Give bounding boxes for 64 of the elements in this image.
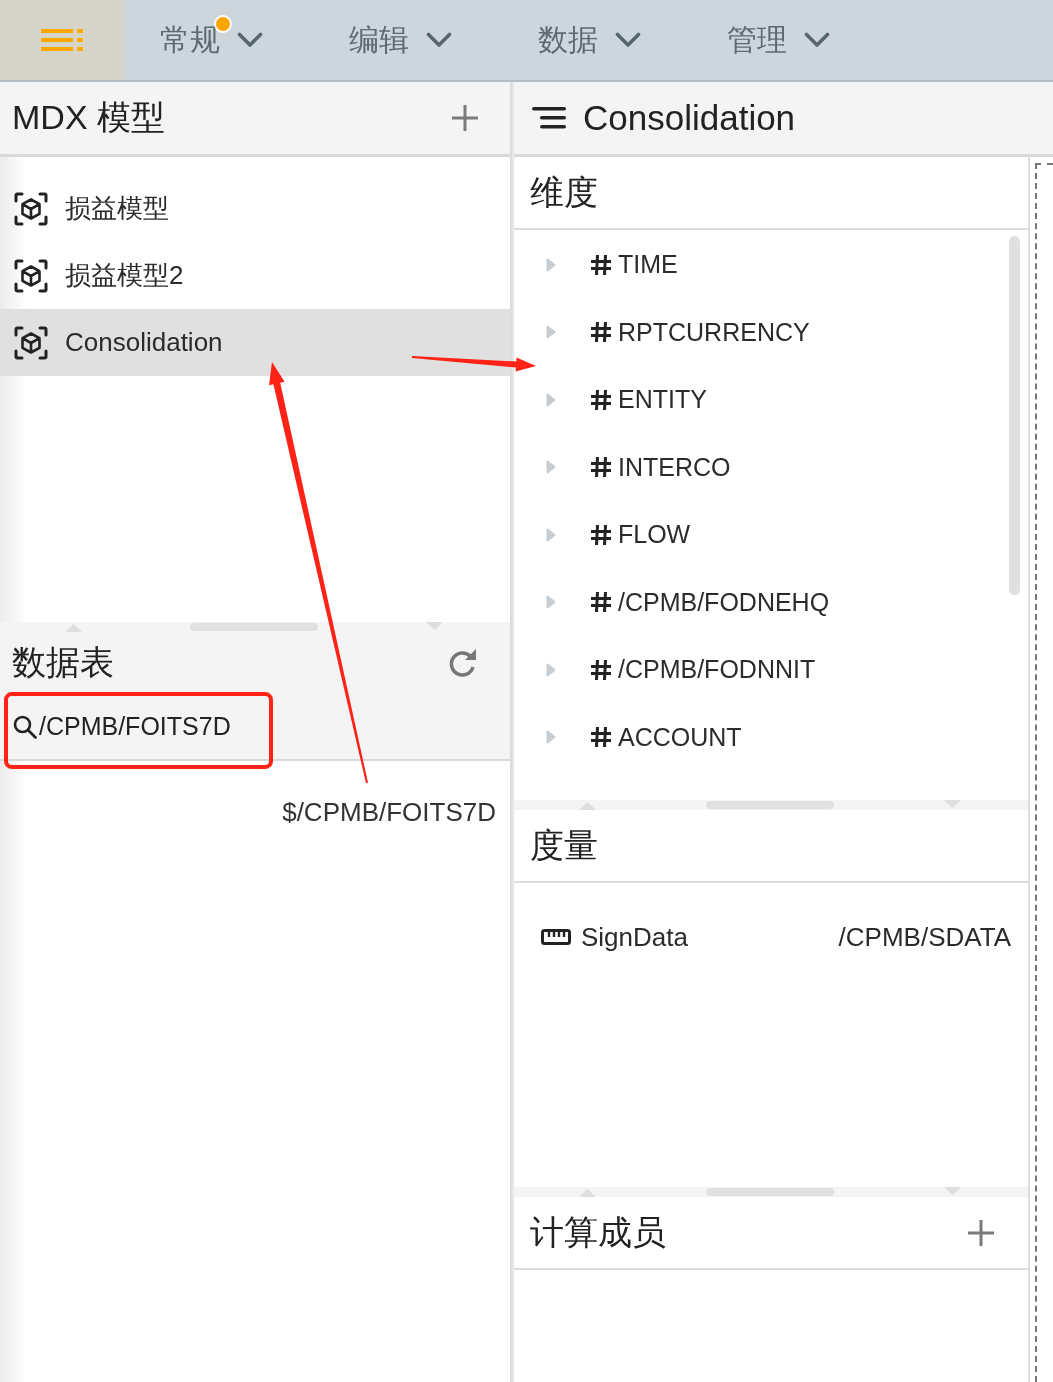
chevron-down-icon [804,32,830,48]
triangle-up-icon[interactable] [579,802,596,810]
section-title: 维度 [530,172,598,213]
model-item[interactable]: 损益模型2 [0,242,510,309]
caret-right-icon[interactable] [546,527,556,542]
hash-icon [590,658,612,681]
section-title: 度量 [530,825,598,866]
hash-icon [590,321,612,344]
triangle-down-icon[interactable] [944,1187,961,1195]
menu-item[interactable]: 常规 [160,12,263,68]
model-title: Consolidation [583,98,796,138]
hash-icon [590,456,612,479]
caret-right-icon[interactable] [546,595,556,610]
caret-right-icon[interactable] [546,325,556,340]
cube-icon [14,191,48,226]
splitter-handle[interactable] [190,623,318,631]
dimension-item[interactable]: INTERCO [590,452,731,482]
menu-item[interactable]: 管理 [727,12,830,68]
chevron-down-icon [615,32,641,48]
dimension-item[interactable]: RPTCURRENCY [590,317,810,347]
dimension-item[interactable]: /CPMB/FODNEHQ [590,587,830,617]
splitter-handle[interactable] [706,1188,834,1196]
dimension-item[interactable]: TIME [590,250,678,280]
plus-icon[interactable] [968,1219,994,1246]
hash-icon [590,523,612,546]
model-item[interactable]: Consolidation [0,309,510,376]
menu-item[interactable]: 编辑 [349,12,452,68]
search-icon [13,714,37,739]
dimension-item[interactable]: FLOW [590,520,691,550]
caret-right-icon[interactable] [546,460,556,475]
table-item[interactable]: $/CPMB/FOITS7D [282,797,496,827]
dimension-item[interactable]: ENTITY [590,385,707,415]
plus-icon[interactable] [452,105,478,131]
caret-right-icon[interactable] [546,392,556,407]
section-title: 计算成员 [530,1212,666,1253]
cube-icon [14,325,48,360]
cube-icon [14,258,48,293]
dimension-item[interactable]: ACCOUNT [590,722,742,752]
chevron-down-icon [237,32,263,48]
panel-title: MDX 模型 [12,97,165,138]
hash-icon [590,253,612,276]
splitter-handle[interactable] [706,801,834,809]
triangle-down-icon[interactable] [944,800,961,808]
triangle-up-icon[interactable] [579,1189,596,1197]
caret-right-icon[interactable] [546,257,556,272]
caret-right-icon[interactable] [546,730,556,745]
triangle-down-icon[interactable] [426,622,443,630]
model-item[interactable]: 损益模型 [0,175,510,242]
menu-icon[interactable] [532,107,566,129]
menu-icon [40,29,83,51]
measure-technical-name: /CPMB/SDATA [838,921,1011,953]
ruler-icon [541,929,571,945]
caret-right-icon[interactable] [546,662,556,677]
hash-icon [590,726,612,749]
section-title: 数据表 [12,643,114,683]
measure-name[interactable]: SignData [581,921,688,953]
hash-icon [590,591,612,614]
dimension-item[interactable]: /CPMB/FODNNIT [590,655,816,685]
menu-item[interactable]: 数据 [538,12,641,68]
chevron-down-icon [426,32,452,48]
search-field[interactable]: /CPMB/FOITS7D [10,708,256,745]
scrollbar-thumb[interactable] [1009,236,1020,595]
menu-button[interactable] [0,0,123,80]
hash-icon [590,388,612,411]
